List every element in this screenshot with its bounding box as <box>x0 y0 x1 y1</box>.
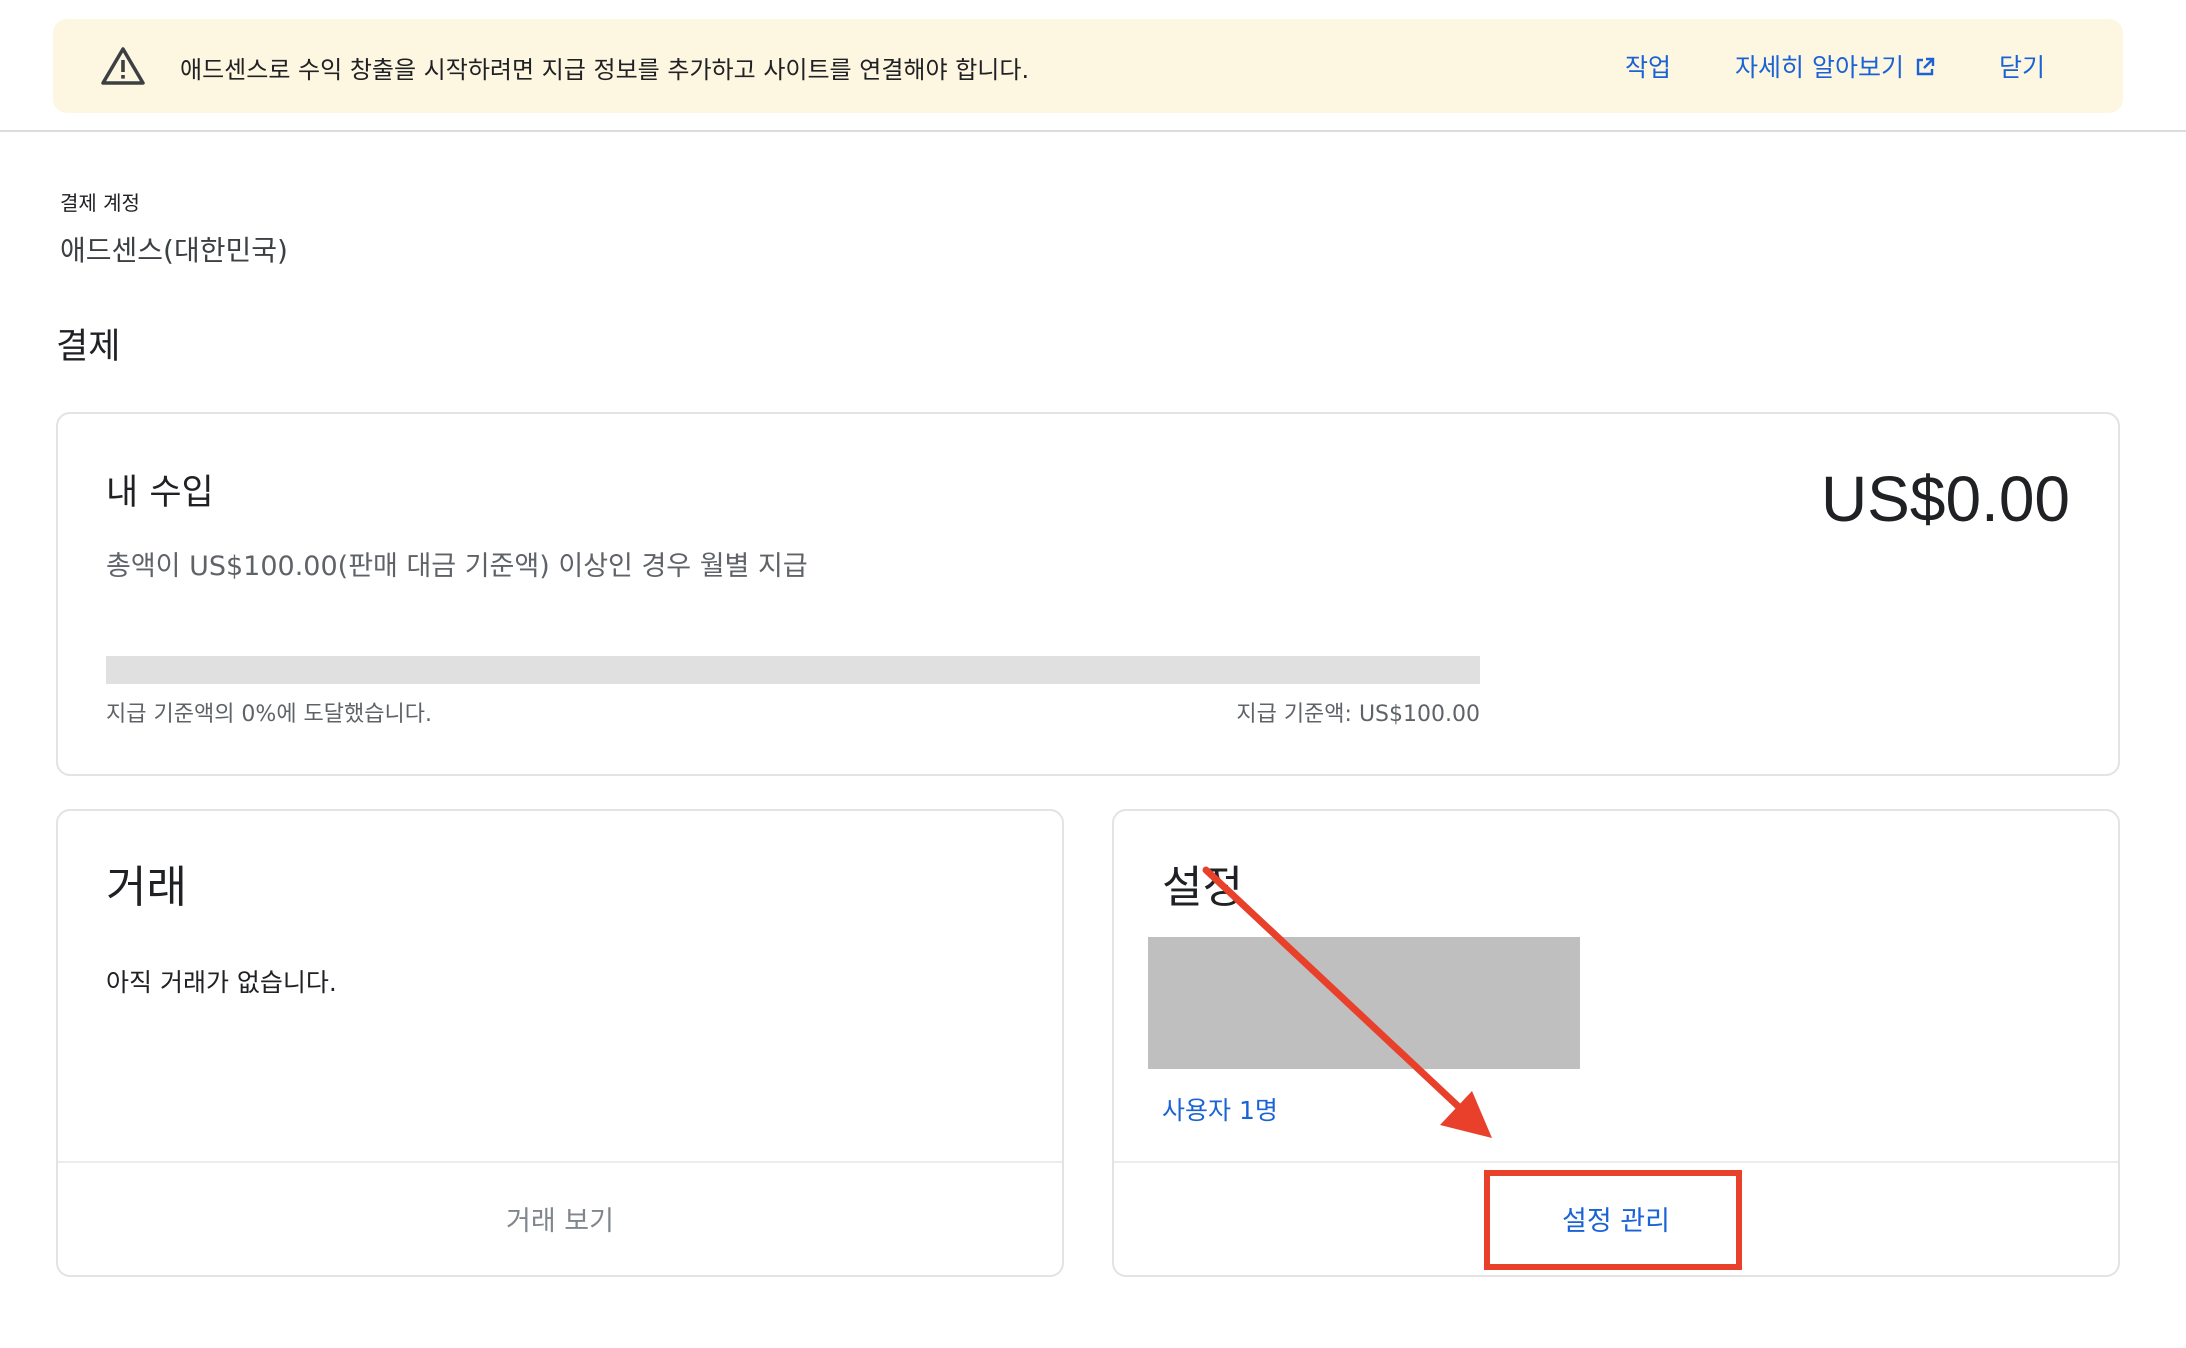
payment-progress-bar <box>106 656 1480 684</box>
billing-account-value: 애드센스(대한민국) <box>60 234 288 267</box>
learn-more-link[interactable]: 자세히 알아보기 <box>1735 48 1936 84</box>
payment-threshold-text: 지급 기준액: US$100.00 <box>1236 702 1480 727</box>
banner-message: 애드센스로 수익 창출을 시작하려면 지급 정보를 추가하고 사이트를 연결해야… <box>180 56 1030 84</box>
annotation-highlight-box <box>1484 1170 1742 1270</box>
view-transactions-button[interactable]: 거래 보기 <box>58 1199 1062 1238</box>
users-link[interactable]: 사용자 1명 <box>1162 1091 1278 1127</box>
banner-action-link[interactable]: 작업 <box>1625 48 1671 84</box>
transactions-title: 거래 <box>106 862 187 913</box>
payment-threshold-note: 총액이 US$100.00(판매 대금 기준액) 이상인 경우 월별 지급 <box>106 551 808 582</box>
progress-percent-text: 지급 기준액의 0%에 도달했습니다. <box>106 702 432 727</box>
earnings-title: 내 수입 <box>106 473 214 513</box>
transactions-footer: 거래 보기 <box>58 1161 1062 1275</box>
external-link-icon <box>1916 57 1935 76</box>
warning-triangle-icon <box>101 47 145 85</box>
earnings-amount: US$0.00 <box>1820 463 2070 535</box>
earnings-card: 내 수입 US$0.00 총액이 US$100.00(판매 대금 기준액) 이상… <box>56 412 2120 776</box>
banner-close-link[interactable]: 닫기 <box>1999 48 2045 84</box>
notification-area: 애드센스로 수익 창출을 시작하려면 지급 정보를 추가하고 사이트를 연결해야… <box>0 0 2186 132</box>
warning-banner: 애드센스로 수익 창출을 시작하려면 지급 정보를 추가하고 사이트를 연결해야… <box>53 19 2123 113</box>
learn-more-label: 자세히 알아보기 <box>1735 53 1904 82</box>
transactions-card: 거래 아직 거래가 없습니다. 거래 보기 <box>56 809 1064 1277</box>
settings-title: 설정 <box>1162 862 1243 913</box>
billing-account-label: 결제 계정 <box>60 191 140 215</box>
transactions-empty-message: 아직 거래가 없습니다. <box>106 968 337 997</box>
redacted-account-info <box>1148 937 1580 1069</box>
page-title: 결제 <box>56 327 121 367</box>
